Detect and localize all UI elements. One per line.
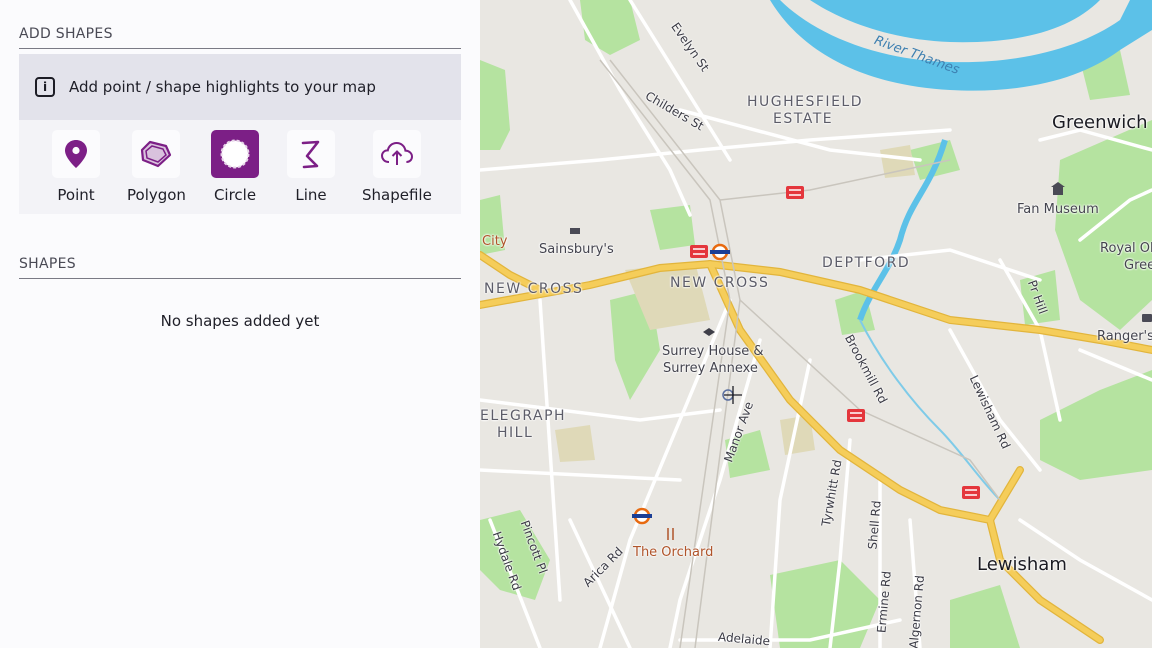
map-canvas[interactable]: Greenwich River Thames HUGHESFIELD ESTAT… [480, 0, 1152, 648]
circle-tool-button[interactable]: Circle [211, 130, 259, 204]
crosshair-cursor-icon [722, 386, 742, 404]
map-label-surrey-house: Surrey House & [662, 344, 764, 359]
shapefile-tool-box[interactable] [372, 130, 421, 178]
circle-tool-box[interactable] [211, 130, 259, 178]
map-label-hill: HILL [497, 425, 534, 441]
empty-shapes-message: No shapes added yet [160, 312, 320, 330]
shapefile-tool-label: Shapefile [362, 186, 432, 204]
map-label-fan-museum: Fan Museum [1017, 202, 1099, 217]
point-tool-label: Point [57, 186, 95, 204]
map-label-rangers: Ranger's [1097, 329, 1152, 344]
map-label-sainsburys: Sainsbury's [539, 242, 614, 257]
pin-icon [65, 140, 87, 168]
map-label-greenwich: Greenwich [1052, 112, 1148, 133]
map-label-estate: ESTATE [773, 111, 834, 127]
polygon-tool-label: Polygon [127, 186, 186, 204]
polygon-tool-button[interactable]: Polygon [127, 130, 186, 204]
info-banner: i Add point / shape highlights to your m… [19, 54, 461, 120]
map-label-royal-observatory-2: Gree [1124, 258, 1152, 273]
shape-tool-row: Point Polygon Circle Line Shapefile [19, 120, 461, 214]
line-tool-label: Line [295, 186, 327, 204]
app-root: ADD SHAPES i Add point / shape highlight… [0, 0, 1152, 648]
map-label-city: City [482, 234, 508, 249]
circle-icon [220, 139, 250, 169]
shapefile-tool-button[interactable]: Shapefile [362, 130, 432, 204]
info-icon: i [35, 77, 55, 97]
map-label-lewisham: Lewisham [977, 554, 1067, 575]
add-shapes-heading: ADD SHAPES [19, 26, 461, 49]
map-label-surrey-annexe: Surrey Annexe [663, 361, 758, 376]
point-tool-box[interactable] [52, 130, 100, 178]
polygon-tool-box[interactable] [132, 130, 181, 178]
map-label-the-orchard: The Orchard [633, 545, 714, 560]
circle-tool-label: Circle [213, 186, 257, 204]
map-label-new-cross-west: NEW CROSS [484, 281, 584, 297]
map-label-deptford: DEPTFORD [822, 255, 911, 271]
point-tool-button[interactable]: Point [52, 130, 100, 204]
info-text: Add point / shape highlights to your map [69, 78, 376, 96]
shapes-heading: SHAPES [19, 256, 461, 279]
cloud-upload-icon [380, 141, 413, 165]
line-tool-button[interactable]: Line [287, 130, 335, 204]
map-label-hughesfield: HUGHESFIELD [747, 94, 863, 110]
sidebar: ADD SHAPES i Add point / shape highlight… [0, 0, 480, 648]
line-tool-box[interactable] [287, 130, 335, 178]
polygon-icon [141, 140, 172, 168]
map-label-new-cross: NEW CROSS [670, 275, 770, 291]
map-label-royal-observatory: Royal Ob [1100, 241, 1152, 256]
line-icon [301, 140, 320, 169]
map-label-telegraph-hill: ELEGRAPH [480, 408, 567, 424]
